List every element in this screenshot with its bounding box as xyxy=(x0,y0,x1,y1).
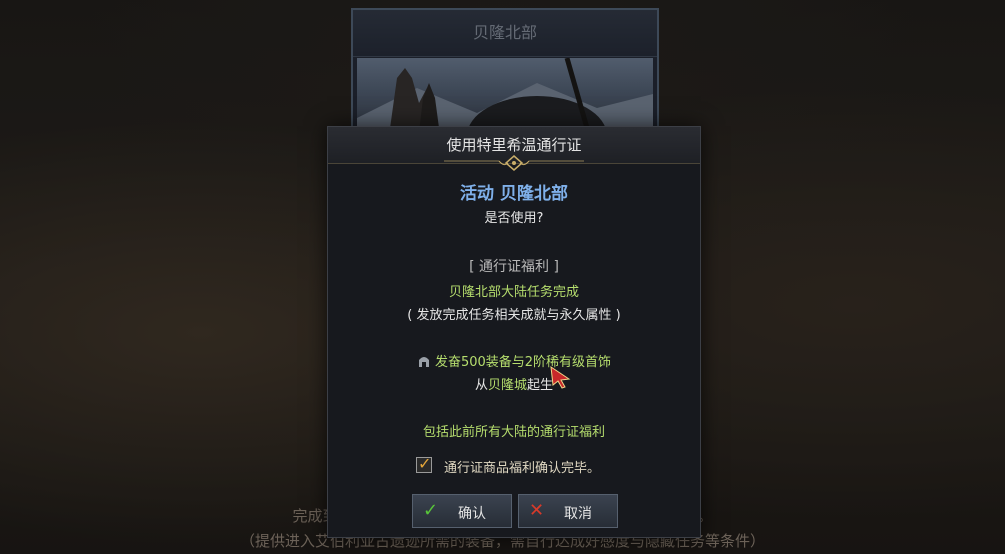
confirm-checkbox[interactable]: ✓ xyxy=(416,454,432,473)
pass-dialog: 使用特里希温通行证 活动 贝隆北部 是否使用? [ 通行证福利 ] 贝隆北部大陆… xyxy=(327,126,701,538)
confirm-button-label: 确认 xyxy=(458,506,486,522)
confirm-checkbox-label[interactable]: 通行证商品福利确认完毕。 xyxy=(444,457,600,476)
helmet-icon xyxy=(417,354,431,372)
benefit-gear: 发奋500装备与2阶稀有级首饰 xyxy=(328,351,700,372)
benefit-header: [ 通行证福利 ] xyxy=(469,259,559,275)
cancel-button[interactable]: ✕ 取消 xyxy=(518,494,618,528)
start-prefix: 从 xyxy=(474,378,488,393)
confirm-button[interactable]: ✓ 确认 xyxy=(412,494,512,528)
benefit-quest-complete: 贝隆北部大陆任务完成 xyxy=(448,285,579,300)
ornament-divider xyxy=(328,155,700,171)
mouse-cursor-icon xyxy=(550,365,571,389)
start-city: 贝隆城 xyxy=(487,378,527,393)
benefit-include-previous: 包括此前所有大陆的通行证福利 xyxy=(422,425,605,440)
activity-name: 活动 贝隆北部 xyxy=(460,184,568,204)
benefit-achievement: ( 发放完成任务相关成就与永久属性 ) xyxy=(407,308,621,323)
checkmark-icon: ✓ xyxy=(418,454,432,473)
benefit-gear-text: 发奋500装备与2阶稀有级首饰 xyxy=(434,355,612,370)
use-question: 是否使用? xyxy=(484,211,544,226)
benefit-start-location: 从贝隆城起生 xyxy=(328,374,700,393)
cancel-button-label: 取消 xyxy=(564,506,592,522)
